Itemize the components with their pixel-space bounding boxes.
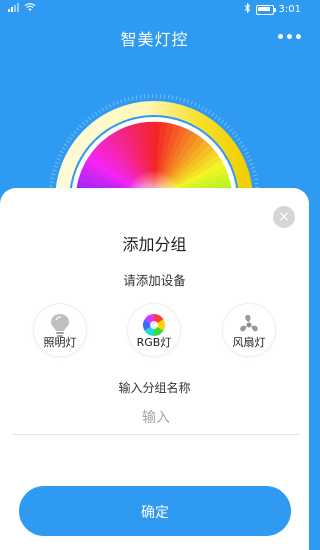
page-title: 智美灯控: [120, 30, 189, 49]
device-lighting[interactable]: 照明灯: [34, 304, 86, 356]
group-name-label: 输入分组名称: [118, 381, 191, 395]
bluetooth-icon: [244, 2, 251, 16]
device-label: 风扇灯: [232, 336, 266, 349]
signal-icon: [8, 3, 20, 15]
status-bar: 3:01: [0, 0, 309, 20]
device-label: RGB灯: [136, 336, 172, 349]
status-left: [8, 3, 36, 15]
add-group-dialog: × 添加分组 请添加设备 照明灯 RGB灯 风扇灯 输入分组名称 输入 确定: [0, 188, 309, 550]
close-icon[interactable]: ×: [273, 206, 295, 228]
dialog-title: 添加分组: [122, 235, 187, 254]
status-right: 3:01: [244, 2, 301, 16]
status-time: 3:01: [278, 4, 301, 15]
device-fan[interactable]: 风扇灯: [223, 304, 275, 356]
wifi-icon: [24, 3, 36, 15]
device-label: 照明灯: [43, 336, 77, 349]
device-list: 照明灯 RGB灯 风扇灯: [0, 304, 309, 360]
title-bar: 智美灯控: [0, 22, 309, 52]
more-dots-icon[interactable]: [278, 34, 301, 39]
device-rgb[interactable]: RGB灯: [128, 304, 180, 356]
dialog-subtitle: 请添加设备: [123, 273, 186, 288]
group-name-input[interactable]: [12, 402, 300, 435]
battery-icon: [255, 4, 276, 15]
confirm-button[interactable]: 确定: [19, 486, 291, 536]
